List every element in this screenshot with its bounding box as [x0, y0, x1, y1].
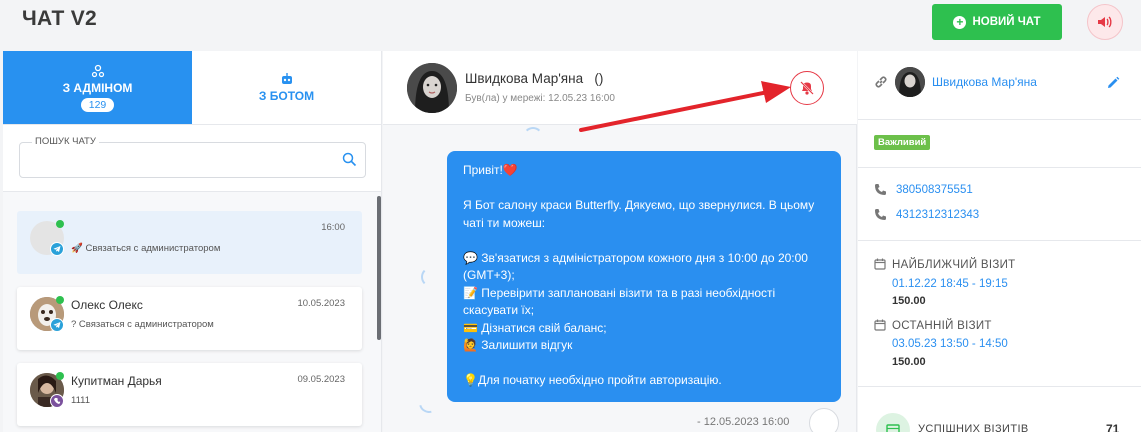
- successful-visits-icon: [876, 413, 910, 432]
- chat-preview: 🚀 Связаться с администратором: [71, 243, 221, 254]
- online-status-dot: [56, 372, 64, 380]
- message-status-icon: [809, 408, 839, 432]
- message-line: 💬 Зв'язатися з адміністратором кожного д…: [463, 250, 808, 265]
- new-chat-button[interactable]: + НОВИЙ ЧАТ: [932, 4, 1062, 40]
- last-visit-time[interactable]: 03.05.23 13:50 - 14:50: [892, 338, 1008, 350]
- new-chat-label: НОВИЙ ЧАТ: [972, 16, 1041, 28]
- message-line: скасувати їх;: [463, 303, 535, 317]
- avatar: [895, 67, 925, 97]
- phone-icon: [875, 184, 886, 195]
- conversation-panel: Швидкова Мар'яна () Був(ла) у мережі: 12…: [383, 51, 857, 432]
- chat-list: 🚀 Связаться с администратором 16:00 Олек…: [3, 191, 381, 432]
- message-spacer: [463, 180, 825, 198]
- message-line: чаті ти можеш:: [463, 215, 546, 230]
- message-line: 📝 Перевірити заплановані візити та в раз…: [463, 285, 776, 300]
- message-bubble: Привіт!❤️ Я Бот салону краси Butterfly. Д…: [447, 151, 841, 402]
- message-line: Я Бот салону краси Butterfly. Дякуємо, щ…: [463, 198, 815, 212]
- successful-visits-count: 71: [1106, 422, 1120, 432]
- chat-list-scrollbar[interactable]: [377, 196, 381, 340]
- chat-time: 09.05.2023: [297, 374, 345, 385]
- message-line: (GMT+3);: [463, 268, 515, 282]
- chat-search: ПОШУК ЧАТУ: [19, 136, 366, 178]
- message-line: 💡Для початку необхідно пройти авторизаці…: [463, 373, 722, 387]
- chat-time: 10.05.2023: [297, 298, 345, 309]
- divider: [858, 119, 1141, 120]
- chat-tabs: З АДМІНОМ 129 З БОТОМ: [3, 51, 381, 125]
- users-icon: [91, 64, 104, 77]
- robot-icon: [281, 73, 292, 84]
- search-icon[interactable]: [342, 152, 357, 167]
- message-line: 💳 Дізнатися свій баланс;: [463, 320, 607, 335]
- chat-list-item[interactable]: 🚀 Связаться с администратором 16:00: [17, 211, 362, 274]
- edit-pencil-icon[interactable]: [1106, 76, 1120, 90]
- message-spacer: [463, 232, 825, 250]
- divider: [858, 386, 1141, 387]
- search-input[interactable]: [26, 149, 326, 171]
- divider: [858, 167, 1141, 168]
- online-status-dot: [56, 296, 64, 304]
- telegram-icon: [50, 318, 64, 332]
- client-name-link[interactable]: Швидкова Мар'яна: [932, 75, 1037, 89]
- loading-spinner: [415, 389, 443, 417]
- tab-with-bot[interactable]: З БОТОМ: [192, 51, 381, 124]
- message-line: Привіт!❤️: [463, 163, 518, 177]
- loading-spinner: [523, 127, 543, 147]
- successful-visits-label: УСПІШНИХ ВІЗИТІВ: [918, 423, 1029, 432]
- nearest-visit-time[interactable]: 01.12.22 18:45 - 19:15: [892, 278, 1008, 290]
- search-label: ПОШУК ЧАТУ: [32, 136, 99, 147]
- message-spacer: [463, 355, 825, 373]
- chat-list-item[interactable]: Олекс Олекс ? Связаться с администраторо…: [17, 287, 362, 350]
- online-status-dot: [56, 220, 64, 228]
- divider: [858, 240, 1141, 241]
- chat-preview: 1111: [71, 395, 91, 406]
- link-icon[interactable]: [874, 75, 888, 89]
- tab-label: З АДМІНОМ: [62, 80, 133, 95]
- red-arrow-annotation: [579, 81, 791, 132]
- calendar-icon: [874, 319, 886, 331]
- tab-with-admin[interactable]: З АДМІНОМ 129: [3, 51, 192, 124]
- chat-time: 16:00: [321, 222, 345, 233]
- volume-icon: [1098, 16, 1112, 28]
- message-line: 🙋 Залишити відгук: [463, 338, 573, 352]
- phone-icon: [875, 209, 886, 220]
- avatar: [407, 63, 457, 113]
- tab-label: З БОТОМ: [258, 89, 315, 103]
- client-info-panel: Швидкова Мар'яна Важливий 380508375551 4…: [858, 51, 1141, 432]
- plus-circle-icon: +: [953, 15, 967, 29]
- telegram-icon: [50, 242, 64, 256]
- client-tag: Важливий: [874, 135, 931, 150]
- chat-name: Олекс Олекс: [71, 298, 143, 312]
- last-visit-price: 150.00: [892, 356, 926, 368]
- top-bar: ЧАТ V2 + НОВИЙ ЧАТ: [0, 0, 1141, 48]
- viber-icon: [50, 394, 64, 408]
- unread-count-badge: 129: [80, 97, 115, 112]
- last-visit-label: ОСТАННІЙ ВІЗИТ: [892, 320, 992, 332]
- page-title: ЧАТ V2: [22, 7, 98, 30]
- message-timestamp: - 12.05.2023 16:00: [697, 416, 790, 428]
- sound-toggle-button[interactable]: [1087, 4, 1123, 40]
- nearest-visit-price: 150.00: [892, 295, 926, 307]
- chat-name: Купитман Дарья: [71, 374, 162, 388]
- phone-link[interactable]: 380508375551: [896, 184, 973, 196]
- loading-spinner: [421, 267, 441, 287]
- chat-preview: ? Связаться с администратором: [71, 319, 214, 330]
- chat-list-item[interactable]: Купитман Дарья 1111 09.05.2023: [17, 363, 362, 426]
- nearest-visit-label: НАЙБЛИЖЧИЙ ВІЗИТ: [892, 259, 1016, 271]
- calendar-icon: [874, 258, 886, 270]
- phone-link[interactable]: 4312312312343: [896, 209, 979, 221]
- chat-list-panel: З АДМІНОМ 129 З БОТОМ ПОШУК ЧАТУ 🚀 Связа…: [3, 51, 382, 432]
